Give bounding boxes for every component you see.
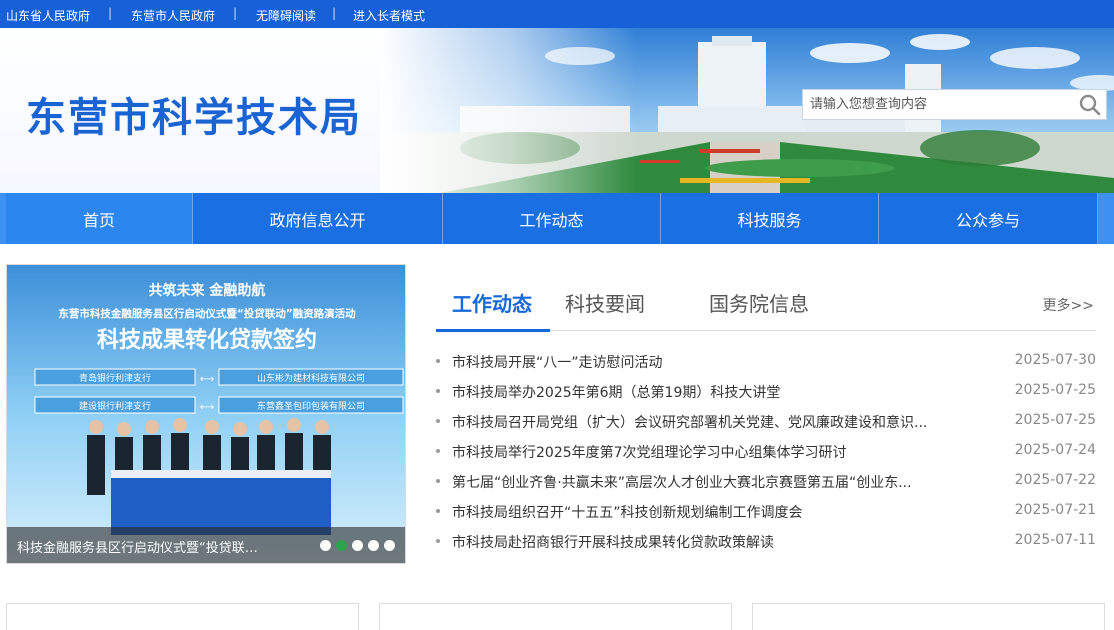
signer-right-1: 山东彬为建材科技有限公司	[257, 372, 365, 384]
news-item[interactable]: 市科技局开展“八一”走访慰问活动 2025-07-30	[436, 346, 1096, 376]
nav-item-public-participation[interactable]: 公众参与	[879, 193, 1098, 244]
news-title[interactable]: 市科技局赴招商银行开展科技成果转化贷款政策解读	[452, 532, 774, 552]
separator: |	[233, 6, 238, 20]
news-title[interactable]: 市科技局组织召开“十五五”科技创新规划编制工作调度会	[452, 502, 803, 522]
svg-text:⟷: ⟷	[200, 402, 214, 413]
slide-dot[interactable]	[336, 540, 347, 551]
slide-dots	[320, 540, 395, 551]
bullet	[436, 539, 440, 543]
tab-tech-news[interactable]: 科技要闻	[565, 288, 645, 317]
link-dongying-government[interactable]: 东营市人民政府	[131, 7, 215, 24]
tab-state-council-info[interactable]: 国务院信息	[709, 288, 809, 317]
news-title[interactable]: 第七届“创业齐鲁·共赢未来”高层次人才创业大赛北京赛暨第五届“创业东...	[452, 472, 912, 492]
news-title[interactable]: 市科技局召开局党组（扩大）会议研究部署机关党建、党风廉政建设和意识...	[452, 412, 927, 432]
news-item[interactable]: 市科技局召开局党组（扩大）会议研究部署机关党建、党风廉政建设和意识... 202…	[436, 406, 1096, 436]
bullet	[436, 419, 440, 423]
news-tabs: 工作动态 科技要闻 国务院信息 更多>>	[436, 282, 1096, 332]
slide-dot[interactable]	[352, 540, 363, 551]
slide-caption-bar: 科技金融服务县区行启动仪式暨“投贷联…	[7, 527, 405, 563]
news-item[interactable]: 市科技局举办2025年第6期（总第19期）科技大讲堂 2025-07-25	[436, 376, 1096, 406]
slide-slogan: 共筑未来 金融助航	[149, 282, 266, 299]
news-title[interactable]: 市科技局开展“八一”走访慰问活动	[452, 352, 663, 372]
slide-headline: 科技成果转化贷款签约	[97, 327, 317, 353]
news-date: 2025-07-24	[1014, 442, 1096, 458]
news-item[interactable]: 市科技局举行2025年度第7次党组理论学习中心组集体学习研讨 2025-07-2…	[436, 436, 1096, 466]
slide-dot[interactable]	[320, 540, 331, 551]
bullet	[436, 509, 440, 513]
signer-right-2: 东营鑫圣包印包装有限公司	[257, 400, 365, 412]
news-slideshow[interactable]: 共筑未来 金融助航 东营市科技金融服务县区行启动仪式暨“投贷联动”融资路演活动 …	[6, 264, 406, 564]
news-item[interactable]: 市科技局赴招商银行开展科技成果转化贷款政策解读 2025-07-11	[436, 526, 1096, 556]
slide-event-title: 东营市科技金融服务县区行启动仪式暨“投贷联动”融资路演活动	[58, 307, 356, 320]
separator: |	[332, 6, 337, 20]
separator: |	[108, 6, 113, 20]
bullet	[436, 359, 440, 363]
active-tab-underline	[436, 329, 550, 332]
nav-item-government-info[interactable]: 政府信息公开	[193, 193, 443, 244]
nav-edge	[1098, 193, 1114, 244]
link-accessibility-reading[interactable]: 无障碍阅读	[256, 7, 316, 24]
news-date: 2025-07-21	[1014, 502, 1096, 518]
search-input[interactable]	[803, 90, 1068, 119]
link-elderly-mode[interactable]: 进入长者模式	[353, 7, 425, 24]
site-title: 东营市科学技术局	[26, 95, 362, 141]
news-date: 2025-07-30	[1014, 352, 1096, 368]
signer-left-1: 青岛银行利津支行	[79, 372, 151, 384]
signer-left-2: 建设银行利津支行	[79, 400, 151, 412]
news-item[interactable]: 市科技局组织召开“十五五”科技创新规划编制工作调度会 2025-07-21	[436, 496, 1096, 526]
main-nav: 首页 政府信息公开 工作动态 科技服务 公众参与	[0, 193, 1114, 244]
search-box	[802, 89, 1107, 120]
bullet	[436, 449, 440, 453]
news-date: 2025-07-11	[1014, 532, 1096, 548]
nav-item-work-news[interactable]: 工作动态	[443, 193, 661, 244]
news-title[interactable]: 市科技局举办2025年第6期（总第19期）科技大讲堂	[452, 382, 780, 402]
nav-item-home[interactable]: 首页	[6, 193, 193, 244]
slide-image: 共筑未来 金融助航 东营市科技金融服务县区行启动仪式暨“投贷联动”融资路演活动 …	[7, 265, 405, 563]
content-card	[379, 603, 732, 630]
slide-dot[interactable]	[368, 540, 379, 551]
svg-text:⟷: ⟷	[200, 374, 214, 385]
slide-dot[interactable]	[384, 540, 395, 551]
more-link[interactable]: 更多>>	[1043, 295, 1094, 315]
tab-work-news[interactable]: 工作动态	[452, 288, 532, 317]
search-icon[interactable]	[1078, 93, 1102, 117]
link-shandong-government[interactable]: 山东省人民政府	[6, 7, 90, 24]
news-title[interactable]: 市科技局举行2025年度第7次党组理论学习中心组集体学习研讨	[452, 442, 847, 462]
news-item[interactable]: 第七届“创业齐鲁·共赢未来”高层次人才创业大赛北京赛暨第五届“创业东... 20…	[436, 466, 1096, 496]
content-card	[752, 603, 1105, 630]
news-date: 2025-07-22	[1014, 472, 1096, 488]
bullet	[436, 389, 440, 393]
site-header: 东营市科学技术局	[0, 28, 1114, 193]
slide-caption[interactable]: 科技金融服务县区行启动仪式暨“投贷联…	[17, 537, 258, 556]
news-date: 2025-07-25	[1014, 412, 1096, 428]
content-card	[6, 603, 359, 630]
top-bar: 山东省人民政府 | 东营市人民政府 | 无障碍阅读 | 进入长者模式	[0, 0, 1114, 28]
nav-item-tech-services[interactable]: 科技服务	[661, 193, 879, 244]
news-date: 2025-07-25	[1014, 382, 1096, 398]
bullet	[436, 479, 440, 483]
